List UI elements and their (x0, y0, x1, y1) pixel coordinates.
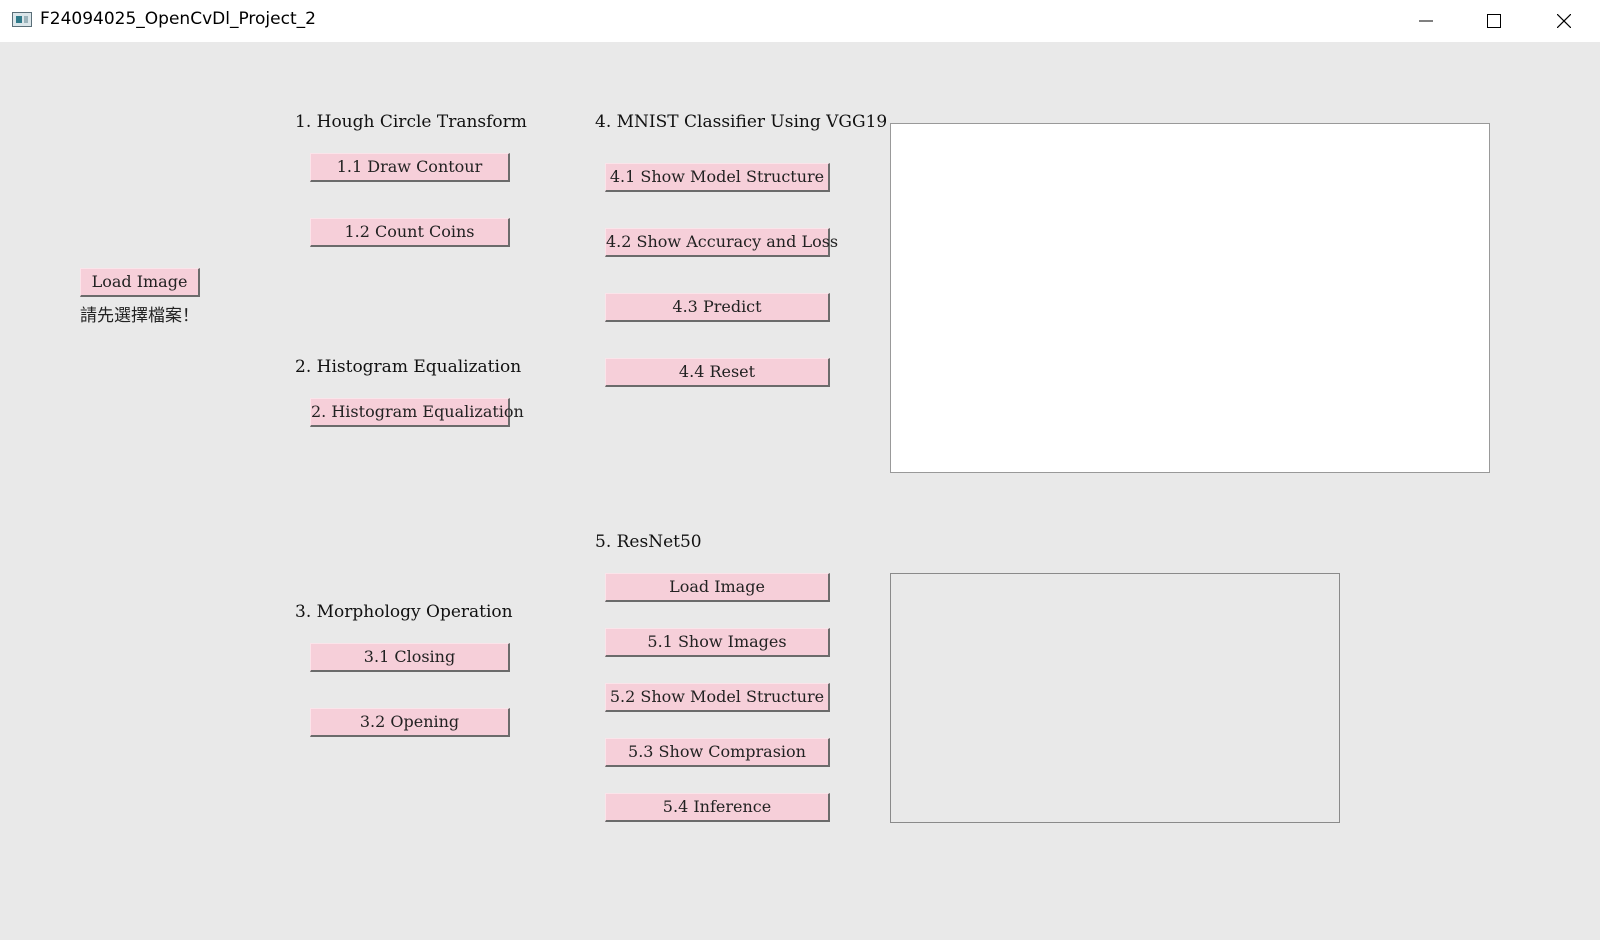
resnet-show-model-structure-button[interactable]: 5.2 Show Model Structure (605, 683, 830, 712)
show-comparison-button[interactable]: 5.3 Show Comprasion (605, 738, 830, 767)
section-mnist-title: 4. MNIST Classifier Using VGG19 (595, 112, 888, 132)
show-accuracy-loss-button[interactable]: 4.2 Show Accuracy and Loss (605, 228, 838, 257)
inference-button[interactable]: 5.4 Inference (605, 793, 830, 822)
maximize-icon (1487, 14, 1501, 28)
section-morphology-title: 3. Morphology Operation (295, 602, 513, 622)
status-text: 請先選擇檔案！ (80, 306, 199, 326)
resnet-load-image-button[interactable]: Load Image (605, 573, 830, 602)
minimize-button[interactable] (1392, 0, 1460, 42)
predict-button[interactable]: 4.3 Predict (605, 293, 830, 322)
section-histogram-title: 2. Histogram Equalization (295, 357, 522, 377)
histogram-equalization-button[interactable]: 2. Histogram Equalization (310, 398, 524, 427)
drawing-canvas[interactable] (890, 123, 1490, 473)
draw-contour-button[interactable]: 1.1 Draw Contour (310, 153, 510, 182)
closing-button[interactable]: 3.1 Closing (310, 643, 510, 672)
window-title: F24094025_OpenCvDl_Project_2 (40, 9, 316, 29)
section-hough-title: 1. Hough Circle Transform (295, 112, 527, 132)
show-model-structure-button[interactable]: 4.1 Show Model Structure (605, 163, 830, 192)
count-coins-button[interactable]: 1.2 Count Coins (310, 218, 510, 247)
app-window-icon (12, 12, 32, 27)
reset-button[interactable]: 4.4 Reset (605, 358, 830, 387)
inference-image-display (890, 573, 1340, 823)
section-resnet-title: 5. ResNet50 (595, 532, 702, 552)
minimize-icon (1419, 20, 1433, 22)
maximize-button[interactable] (1460, 0, 1528, 42)
opening-button[interactable]: 3.2 Opening (310, 708, 510, 737)
show-images-button[interactable]: 5.1 Show Images (605, 628, 830, 657)
close-icon (1557, 14, 1571, 28)
close-button[interactable] (1530, 0, 1598, 42)
title-bar[interactable]: F24094025_OpenCvDl_Project_2 (0, 0, 1600, 42)
app-window: F24094025_OpenCvDl_Project_2 Load Image … (0, 0, 1600, 940)
load-image-button[interactable]: Load Image (80, 268, 200, 297)
